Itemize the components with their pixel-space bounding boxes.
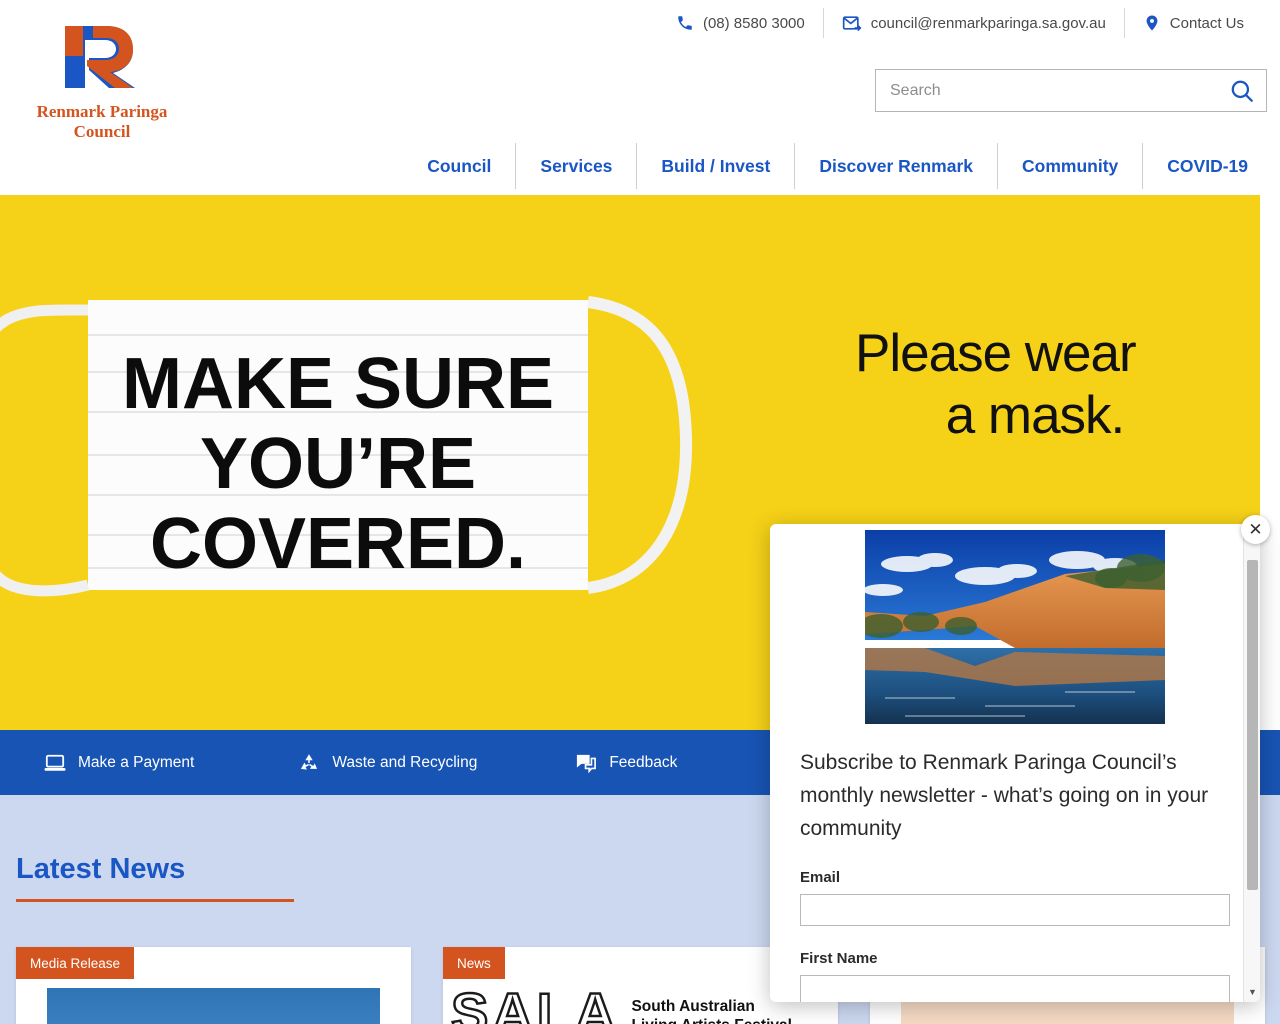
nav-item-covid-19[interactable]: COVID-19 <box>1142 143 1272 189</box>
nav-item-council[interactable]: Council <box>403 143 515 189</box>
phone-icon <box>678 16 692 30</box>
email-address: council@renmarkparinga.sa.gov.au <box>870 14 1106 32</box>
search-icon <box>1231 80 1253 102</box>
nav-item-discover-renmark[interactable]: Discover Renmark <box>794 143 997 189</box>
modal-content: Subscribe to Renmark Paringa Council’s m… <box>770 524 1243 1002</box>
contact-us-label: Contact Us <box>1169 14 1244 32</box>
modal-body: Subscribe to Renmark Paringa Council’s m… <box>800 746 1230 1002</box>
news-badge: News <box>443 947 505 979</box>
sala-subtitle-line-1: South Australian <box>631 998 755 1015</box>
search-input[interactable] <box>876 70 1218 111</box>
first-name-field-label: First Name <box>800 950 878 967</box>
quick-link-label: Waste and Recycling <box>332 753 478 771</box>
laptop-icon <box>44 754 66 771</box>
mask-line-3: COVERED. <box>150 504 526 584</box>
scroll-down-arrow-icon[interactable]: ▼ <box>1244 983 1260 1000</box>
nav-item-build-invest[interactable]: Build / Invest <box>636 143 794 189</box>
modal-scrollbar[interactable]: ▼ <box>1243 524 1260 1002</box>
sala-wordmark: SALA <box>450 981 620 1024</box>
phone-link[interactable]: (08) 8580 3000 <box>658 8 823 38</box>
quick-link-label: Feedback <box>609 753 678 771</box>
face-mask-illustration: MAKE SURE YOU’RE COVERED. <box>0 296 693 597</box>
nav-label: Services <box>540 155 613 176</box>
newsletter-modal[interactable]: Subscribe to Renmark Paringa Council’s m… <box>770 524 1260 1002</box>
logo-line-1: Renmark Paringa <box>36 102 168 121</box>
hero-headline-line-2: a mask. <box>945 386 1126 445</box>
main-navigation: Council Services Build / Invest Discover… <box>0 143 1272 189</box>
quick-link-feedback[interactable]: Feedback <box>575 753 677 773</box>
news-card-image <box>47 988 380 1024</box>
contact-bar: (08) 8580 3000 council@renmarkparinga.sa… <box>658 8 1262 38</box>
hero-headline: Please wear a mask. <box>855 323 1215 447</box>
rp-monogram-icon <box>65 26 135 88</box>
envelope-icon <box>842 16 862 31</box>
news-card[interactable]: Media Release <box>16 947 411 1024</box>
news-badge: Media Release <box>16 947 135 979</box>
search-button[interactable] <box>1218 70 1266 111</box>
map-pin-icon <box>1146 15 1158 31</box>
latest-news-heading: Latest News <box>16 853 186 885</box>
sala-subtitle-line-2: Living Artists Festival <box>631 1017 792 1024</box>
site-logo[interactable]: Renmark Paringa Council <box>12 18 192 142</box>
email-link[interactable]: council@renmarkparinga.sa.gov.au <box>822 8 1124 38</box>
mask-line-2: YOU’RE <box>200 424 476 504</box>
nav-label: Build / Invest <box>661 155 771 176</box>
quick-link-make-a-payment[interactable]: Make a Payment <box>44 753 194 773</box>
nav-label: COVID-19 <box>1167 155 1248 176</box>
mask-line-1: MAKE SURE <box>122 344 554 424</box>
modal-scrollbar-thumb[interactable] <box>1247 560 1258 890</box>
recycling-icon <box>301 753 318 770</box>
heading-underline <box>16 899 294 902</box>
search-bar[interactable] <box>875 69 1267 112</box>
sala-subtitle: South Australian Living Artists Festival <box>631 997 792 1024</box>
close-icon[interactable]: ✕ <box>1241 515 1270 544</box>
first-name-input[interactable] <box>800 975 1230 1002</box>
logo-text: Renmark Paringa Council <box>12 102 192 142</box>
nav-item-community[interactable]: Community <box>997 143 1142 189</box>
river-cliffs-photo <box>865 530 1165 724</box>
nav-label: Community <box>1022 155 1119 176</box>
phone-number: (08) 8580 3000 <box>702 14 805 32</box>
quick-link-waste-and-recycling[interactable]: Waste and Recycling <box>298 752 477 774</box>
hero-headline-line-1: Please wear <box>855 324 1137 383</box>
email-field-label: Email <box>800 869 841 886</box>
email-input[interactable] <box>800 894 1230 926</box>
quick-link-label: Make a Payment <box>78 753 195 771</box>
nav-label: Discover Renmark <box>819 155 974 176</box>
contact-us-link[interactable]: Contact Us <box>1123 8 1262 38</box>
nav-label: Council <box>427 155 492 176</box>
feedback-icon <box>577 754 597 773</box>
nav-item-services[interactable]: Services <box>515 143 636 189</box>
site-header: Renmark Paringa Council (08) 8580 3000 c… <box>0 0 1280 195</box>
logo-line-2: Council <box>73 122 131 141</box>
modal-heading: Subscribe to Renmark Paringa Council’s m… <box>800 751 1209 840</box>
